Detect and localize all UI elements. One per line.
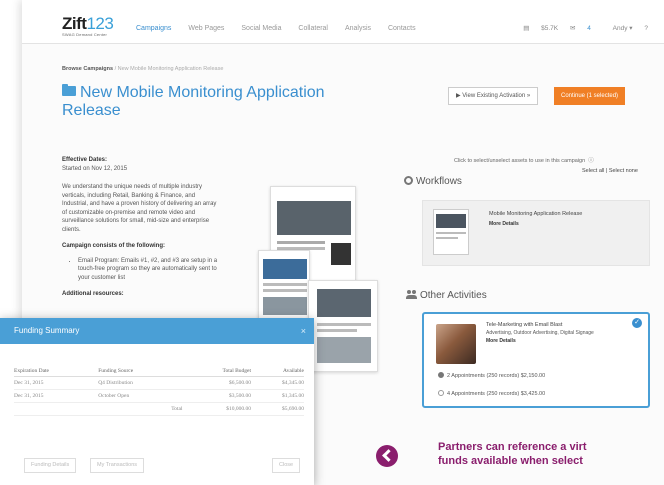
option-2-price: $3,425.00 [520, 391, 546, 397]
campaign-description: We understand the unique needs of multip… [62, 184, 217, 233]
page-title: New Mobile Monitoring Application Releas… [62, 84, 325, 119]
user-menu[interactable]: Andy ▾ [603, 25, 633, 32]
effective-dates-value: Started on Nov 12, 2015 [62, 165, 128, 172]
nav-collateral[interactable]: Collateral [298, 25, 328, 32]
option-2-appointments[interactable]: 2 Appointments (250 records) $2,150.00 [438, 372, 545, 379]
preview-email-3[interactable] [308, 280, 378, 372]
info-icon[interactable]: ⓘ [588, 158, 594, 164]
table-row: Dec 31, 2015 Q4 Distribution $6,500.00 $… [14, 376, 304, 390]
funding-details-button[interactable]: Funding Details [24, 458, 77, 473]
breadcrumb-root[interactable]: Browse Campaigns [62, 66, 113, 72]
cell-source: Q4 Distribution [98, 376, 183, 390]
breadcrumb: Browse Campaigns / New Mobile Monitoring… [62, 66, 223, 72]
gear-icon [404, 176, 413, 185]
workflows-heading: Workflows [404, 176, 462, 187]
user-name: Andy [612, 25, 628, 32]
funds-indicator[interactable]: ▤ $5.7K [523, 25, 558, 32]
activity-subtitle: Advertising, Outdoor Advertising, Digita… [486, 330, 594, 336]
activity-photo [436, 324, 476, 364]
view-activation-label: View Existing Activation » [462, 93, 531, 99]
workflow-card[interactable]: Mobile Monitoring Application Release Mo… [422, 200, 650, 266]
close-button[interactable]: Close [272, 458, 301, 473]
logo-subtitle: SWAG Demand Center [62, 32, 108, 37]
selection-note: Click to select/unselect assets to use i… [454, 156, 594, 164]
option-1-price: $2,150.00 [520, 373, 546, 379]
continue-button[interactable]: Continue (1 selected) [554, 87, 626, 105]
help-icon[interactable]: ? [644, 25, 648, 32]
workflow-title: Mobile Monitoring Application Release [489, 211, 583, 217]
cell-expiration: Dec 31, 2015 [14, 376, 99, 390]
funding-table: Expiration Date Funding Source Total Bud… [14, 366, 304, 416]
table-row: Dec 31, 2015 October Open $3,500.00 $1,3… [14, 389, 304, 403]
nav-campaigns[interactable]: Campaigns [136, 25, 171, 32]
cell-budget: $3,500.00 [182, 389, 252, 403]
option-4-appointments[interactable]: 4 Appointments (250 records) $3,425.00 [438, 390, 545, 397]
modal-title: Funding Summary [14, 326, 80, 335]
radio-selected[interactable] [438, 372, 444, 378]
effective-dates-label: Effective Dates: [62, 157, 108, 163]
cell-available: $1,345.00 [251, 389, 304, 403]
callout-line-1: Partners can reference a virt [438, 441, 587, 453]
messages-count: 4 [587, 25, 591, 32]
cell-available: $4,345.00 [251, 376, 304, 390]
campaign-details: Effective Dates: Started on Nov 12, 2015… [62, 156, 262, 299]
total-row: Total $10,000.00 $5,690.00 [14, 402, 304, 416]
col-budget: Total Budget [182, 366, 252, 377]
activity-title: Tele-Marketing with Email Blast [486, 322, 563, 328]
funding-summary-modal: Funding Summary × Expiration Date Fundin… [0, 318, 314, 485]
folder-icon [62, 84, 76, 96]
col-available: Available [251, 366, 304, 377]
messages-indicator[interactable]: ✉ 4 [570, 25, 591, 32]
additional-resources-label: Additional resources: [62, 291, 124, 297]
nav-right: ▤ $5.7K ✉ 4 Andy ▾ ? [513, 24, 648, 32]
other-activities-heading-text: Other Activities [420, 290, 487, 301]
funds-value: $5.7K [541, 25, 559, 32]
cell-source: October Open [98, 389, 183, 403]
logo[interactable]: Zift123 SWAG Demand Center [62, 14, 114, 37]
radio-unselected[interactable] [438, 390, 444, 396]
page-header: New Mobile Monitoring Application Releas… [62, 84, 342, 120]
nav-contacts[interactable]: Contacts [388, 25, 416, 32]
people-icon [406, 290, 417, 299]
total-available: $5,690.00 [251, 402, 304, 416]
nav-web-pages[interactable]: Web Pages [188, 25, 224, 32]
other-activities-heading: Other Activities [406, 290, 487, 301]
callout-text: Partners can reference a virt funds avai… [438, 440, 664, 468]
chevron-left-icon [376, 445, 398, 467]
col-source: Funding Source [98, 366, 183, 377]
activity-card[interactable]: ✓ Tele-Marketing with Email Blast Advert… [422, 312, 650, 408]
option-2-label: 4 Appointments (250 records) [447, 391, 520, 397]
selection-note-text: Click to select/unselect assets to use i… [454, 158, 586, 164]
close-icon[interactable]: × [301, 318, 306, 344]
check-icon: ✓ [632, 318, 642, 328]
activity-more-details[interactable]: More Details [486, 338, 516, 344]
option-1-label: 2 Appointments (250 records) [447, 373, 520, 379]
top-nav: Zift123 SWAG Demand Center Campaigns Web… [22, 0, 664, 44]
workflow-thumbnail [433, 209, 469, 255]
callout-line-2: funds available when select [438, 455, 583, 467]
modal-header: Funding Summary × [0, 318, 314, 344]
workflow-more-details[interactable]: More Details [489, 221, 519, 227]
breadcrumb-separator: / [114, 66, 117, 72]
col-expiration: Expiration Date [14, 366, 99, 377]
main-nav: Campaigns Web Pages Social Media Collate… [136, 25, 431, 32]
consists-label: Campaign consists of the following: [62, 243, 166, 249]
my-transactions-button[interactable]: My Transactions [90, 458, 145, 473]
nav-analysis[interactable]: Analysis [345, 25, 371, 32]
view-activation-button[interactable]: ▶ View Existing Activation » [448, 87, 539, 105]
cell-budget: $6,500.00 [182, 376, 252, 390]
logo-number: 123 [86, 14, 114, 33]
select-links: Select all | Select none [582, 168, 638, 174]
breadcrumb-current: New Mobile Monitoring Application Releas… [117, 66, 224, 72]
total-label: Total [98, 402, 183, 416]
cell-expiration: Dec 31, 2015 [14, 389, 99, 403]
select-all-link[interactable]: Select all [582, 168, 604, 174]
select-none-link[interactable]: Select none [609, 168, 638, 174]
email-program-item: Email Program: Emails #1, #2, and #3 are… [78, 257, 228, 283]
total-budget: $10,000.00 [182, 402, 252, 416]
workflows-heading-text: Workflows [416, 176, 462, 187]
logo-text: Zift [62, 14, 87, 33]
nav-social-media[interactable]: Social Media [241, 25, 281, 32]
